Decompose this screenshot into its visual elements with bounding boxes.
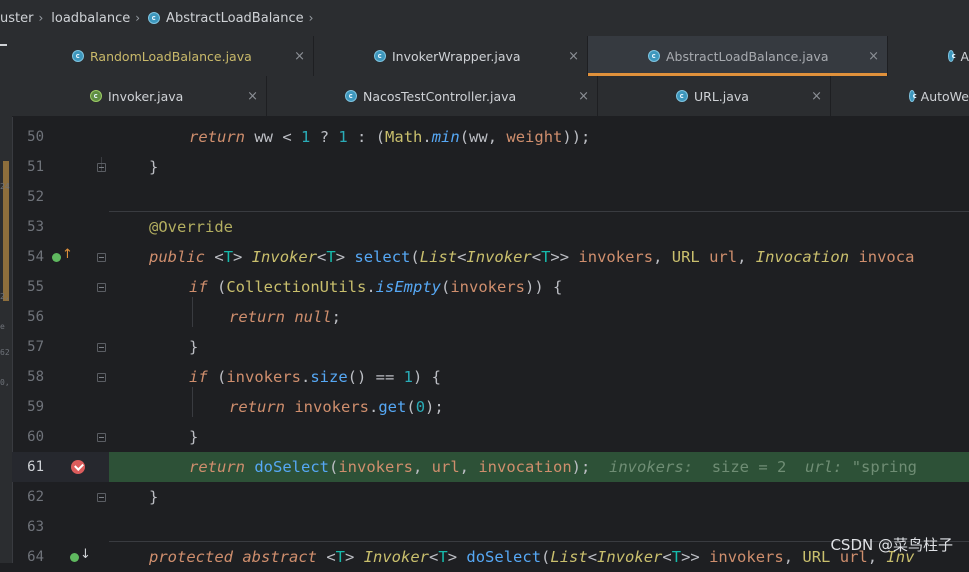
fold-icon[interactable] — [97, 163, 106, 172]
tab-auto-overflow[interactable]: AutoWe — [831, 76, 969, 116]
inline-debug-value: invokers: — [609, 458, 694, 476]
line-number[interactable]: 53 — [12, 212, 44, 242]
tab-label: A — [960, 48, 969, 64]
code-line-54: public <T> Invoker<T> select(List<Invoke… — [149, 248, 915, 266]
line-number[interactable]: 61 — [12, 452, 44, 482]
code-line-55: if (CollectionUtils.isEmpty(invokers)) { — [189, 278, 563, 296]
breadcrumb-item-loadbalance[interactable]: loadbalance › — [51, 11, 148, 26]
close-icon[interactable]: × — [568, 49, 579, 64]
breadcrumb: uster › loadbalance › AbstractLoadBalance › — [0, 0, 969, 36]
interface-icon — [90, 90, 102, 102]
line-number[interactable]: 64 — [12, 542, 44, 572]
breadcrumb-item-class[interactable]: AbstractLoadBalance › — [148, 11, 321, 26]
line-number[interactable]: 54 — [12, 242, 44, 272]
breadcrumb-label: loadbalance — [51, 10, 131, 26]
tab-label: Invoker.java — [108, 88, 184, 104]
close-icon[interactable]: × — [294, 49, 305, 64]
line-number[interactable]: 59 — [12, 392, 44, 422]
class-icon — [345, 90, 357, 102]
line-number[interactable]: 50 — [12, 122, 44, 152]
line-number[interactable]: 58 — [12, 362, 44, 392]
close-icon[interactable]: × — [868, 49, 879, 64]
strip-number: e — [0, 322, 5, 331]
editor-tabs-row-1: RandomLoadBalance.java × InvokerWrapper.… — [12, 36, 969, 77]
strip-number: 2, — [0, 292, 10, 301]
class-icon — [374, 50, 386, 62]
strip-number: 0, — [0, 378, 10, 387]
chevron-right-icon: › — [308, 11, 314, 25]
chevron-right-icon: › — [38, 11, 44, 25]
class-icon — [72, 50, 84, 62]
code-line-50: return ww < 1 ? 1 : (Math.min(ww, weight… — [189, 128, 591, 146]
implements-icon[interactable] — [52, 253, 61, 262]
line-number[interactable]: 51 — [12, 152, 44, 182]
class-icon — [648, 50, 660, 62]
tab-label: RandomLoadBalance.java — [90, 48, 252, 64]
fold-icon[interactable] — [97, 283, 106, 292]
line-number[interactable]: 52 — [12, 182, 44, 212]
line-number[interactable]: 60 — [12, 422, 44, 452]
code-line-61: return doSelect(invokers, url, invocatio… — [189, 458, 918, 476]
breadcrumb-label: AbstractLoadBalance — [166, 10, 304, 26]
editor-gutter: 50 51 52 53 54 55 56 57 58 59 60 61 62 6… — [12, 117, 109, 565]
tab-label: AbstractLoadBalance.java — [666, 48, 829, 64]
code-line-57: } — [189, 338, 199, 356]
class-icon — [148, 12, 161, 24]
tab-url[interactable]: URL.java × — [598, 76, 831, 116]
code-editor[interactable]: return ww < 1 ? 1 : (Math.min(ww, weight… — [109, 117, 969, 566]
line-number[interactable]: 56 — [12, 302, 44, 332]
code-line-64: protected abstract <T> Invoker<T> doSele… — [149, 548, 915, 566]
class-icon — [676, 90, 688, 102]
tab-nacos-test-controller[interactable]: NacosTestController.java × — [267, 76, 598, 116]
tab-invoker[interactable]: Invoker.java × — [12, 76, 267, 116]
code-line-60: } — [189, 428, 199, 446]
class-icon — [948, 50, 957, 62]
strip-number: 24 — [0, 182, 10, 191]
close-icon[interactable]: × — [811, 89, 822, 104]
line-number[interactable]: 57 — [12, 332, 44, 362]
implemented-icon[interactable] — [70, 553, 79, 562]
tab-abstract-load-balance[interactable]: AbstractLoadBalance.java × — [588, 36, 888, 76]
editor-tabs-row-2: Invoker.java × NacosTestController.java … — [12, 76, 969, 117]
minimize-icon[interactable] — [0, 44, 7, 46]
fold-icon[interactable] — [97, 253, 106, 262]
tab-overflow[interactable]: A — [888, 36, 969, 76]
code-line-51: } — [149, 158, 159, 176]
fold-icon[interactable] — [97, 373, 106, 382]
strip-number: 62 — [0, 348, 10, 357]
code-line-62: } — [149, 488, 159, 506]
fold-icon[interactable] — [97, 493, 106, 502]
line-number[interactable]: 63 — [12, 512, 44, 542]
tab-random-load-balance[interactable]: RandomLoadBalance.java × — [12, 36, 314, 76]
fold-icon[interactable] — [97, 433, 106, 442]
chevron-right-icon: › — [135, 11, 141, 25]
code-line-56: return null; — [229, 308, 342, 326]
tab-label: URL.java — [694, 88, 749, 104]
close-icon[interactable]: × — [578, 89, 589, 104]
close-icon[interactable]: × — [247, 89, 258, 104]
line-number[interactable]: 55 — [12, 272, 44, 302]
line-number[interactable]: 62 — [12, 482, 44, 512]
tab-label: InvokerWrapper.java — [392, 48, 521, 64]
method-separator — [109, 211, 969, 212]
code-line-58: if (invokers.size() == 1) { — [189, 368, 442, 386]
tab-invoker-wrapper[interactable]: InvokerWrapper.java × — [314, 36, 588, 76]
watermark: CSDN @菜鸟柱子 — [830, 536, 953, 554]
fold-icon[interactable] — [97, 343, 106, 352]
class-icon — [909, 90, 917, 102]
arrow-down-icon[interactable]: ↓ — [80, 547, 91, 562]
code-line-59: return invokers.get(0); — [229, 398, 444, 416]
breadcrumb-item-cluster[interactable]: uster › — [0, 11, 51, 26]
tab-label: AutoWe — [920, 88, 969, 104]
code-line-53: @Override — [149, 218, 233, 236]
breakpoint-icon[interactable] — [71, 460, 85, 474]
arrow-up-icon[interactable]: ↑ — [62, 247, 73, 262]
breadcrumb-label: uster — [0, 10, 34, 26]
tab-label: NacosTestController.java — [363, 88, 517, 104]
